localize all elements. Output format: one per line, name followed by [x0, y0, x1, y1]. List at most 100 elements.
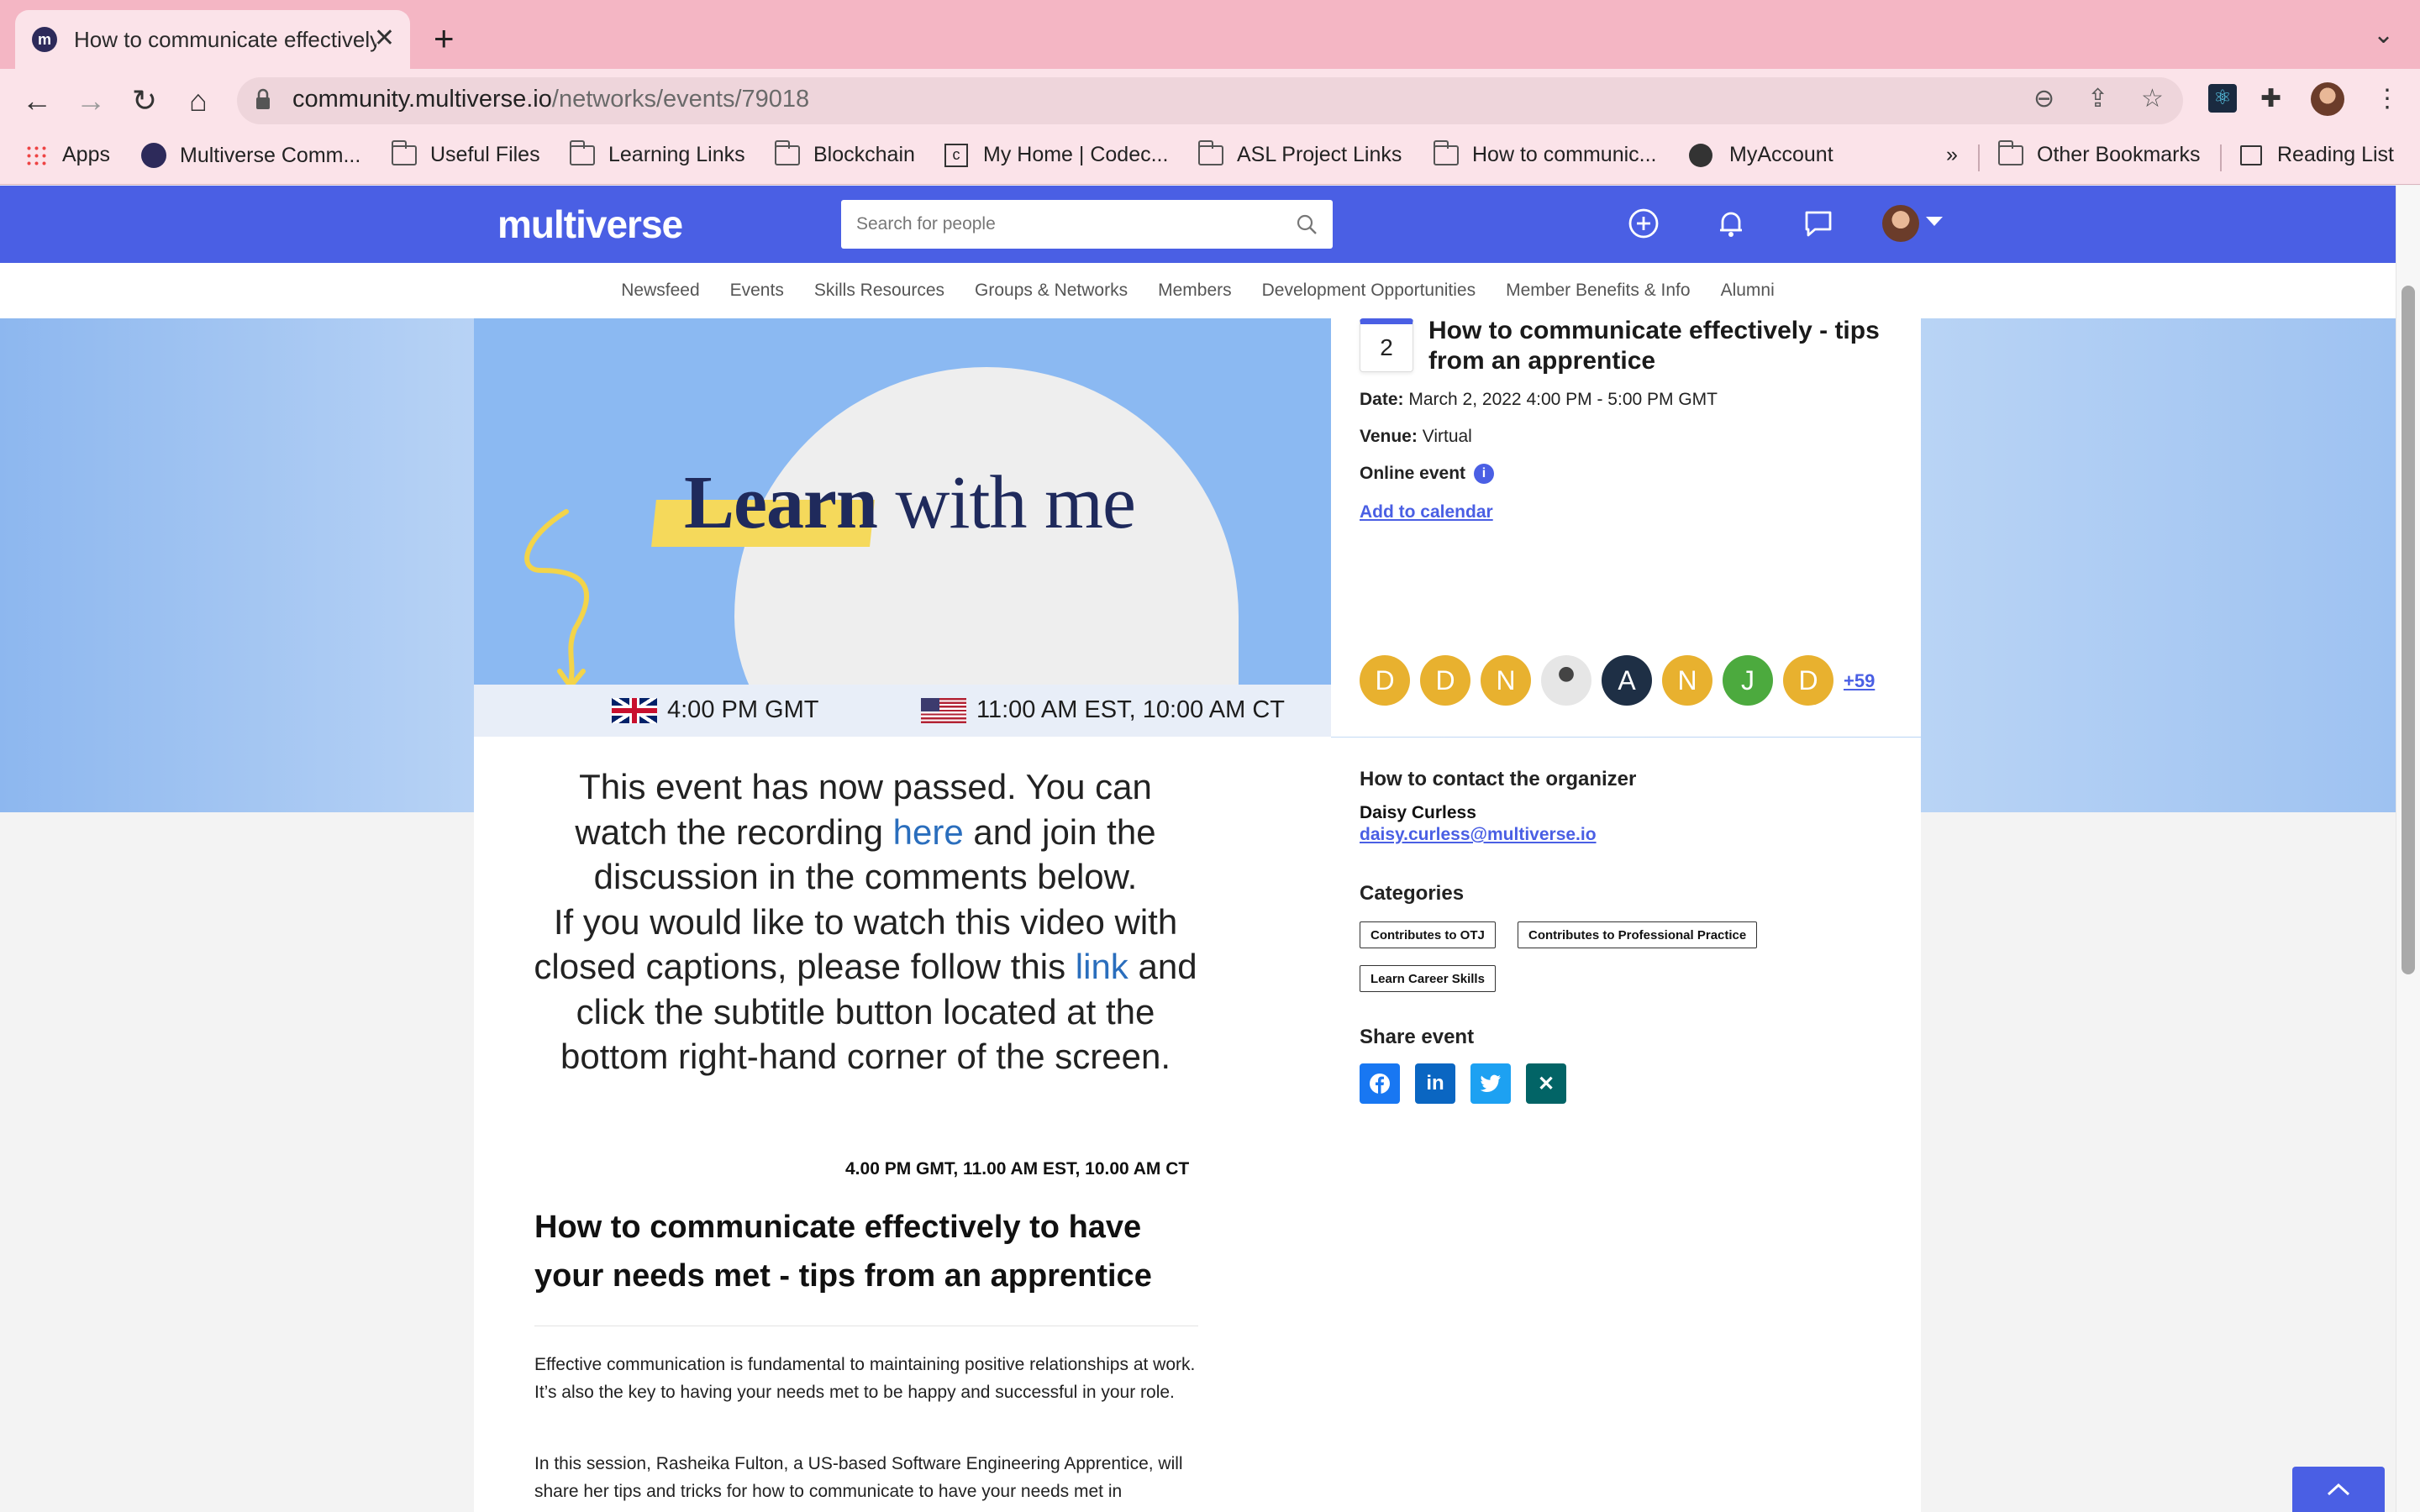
scrollbar-thumb[interactable]: [2402, 286, 2415, 974]
bell-icon[interactable]: [1712, 205, 1749, 242]
time-us-label: 11:00 AM EST, 10:00 AM CT: [976, 696, 1285, 723]
user-avatar[interactable]: [1882, 205, 1919, 242]
bookmark-learning-links[interactable]: Learning Links: [569, 139, 745, 167]
us-flag-icon: [921, 697, 966, 723]
event-heading: How to communicate effectively to have y…: [534, 1210, 1152, 1294]
add-to-calendar-link[interactable]: Add to calendar: [1360, 502, 1493, 522]
search-input[interactable]: Search for people: [841, 200, 1333, 249]
category-chip[interactable]: Contributes to Professional Practice: [1518, 921, 1758, 948]
new-tab-icon[interactable]: +: [434, 18, 455, 59]
nav-skills-resources[interactable]: Skills Resources: [814, 281, 944, 301]
react-devtools-icon[interactable]: ⚛: [2208, 84, 2237, 113]
bookmark-blockchain[interactable]: Blockchain: [774, 139, 915, 167]
nav-events[interactable]: Events: [730, 281, 784, 301]
extensions-icon[interactable]: ✚: [2260, 84, 2281, 113]
bookmark-label: Other Bookmarks: [2037, 143, 2201, 166]
share-icon[interactable]: ⇪: [2087, 84, 2108, 113]
recording-link[interactable]: here: [893, 812, 964, 852]
back-to-top-button[interactable]: [2292, 1467, 2385, 1512]
attendee-avatar[interactable]: D: [1420, 655, 1470, 706]
bookmarks-overflow[interactable]: »: [1946, 143, 1958, 167]
multiverse-logo[interactable]: multiverse: [497, 202, 683, 247]
browser-window: m How to communicate effectively - tips …: [0, 0, 2420, 1512]
add-circle-icon[interactable]: [1625, 205, 1662, 242]
bookmark-asl-project[interactable]: ASL Project Links: [1197, 139, 1402, 167]
browser-tab[interactable]: m How to communicate effectively - tips …: [15, 10, 410, 69]
caret-down-icon[interactable]: [1926, 217, 1943, 226]
forward-icon[interactable]: →: [71, 81, 111, 121]
globe-icon: [1689, 143, 1712, 167]
codecademy-icon: c: [944, 143, 968, 167]
attendee-avatar[interactable]: A: [1602, 655, 1652, 706]
nav-alumni[interactable]: Alumni: [1721, 281, 1775, 301]
bookmark-label: My Home | Codec...: [983, 143, 1169, 166]
folder-icon: [1433, 139, 1459, 165]
attendee-avatar[interactable]: N: [1481, 655, 1531, 706]
star-icon[interactable]: ☆: [2141, 84, 2164, 113]
zoom-icon[interactable]: ⊖: [2033, 84, 2054, 113]
bookmark-multiverse[interactable]: Multiverse Comm...: [141, 143, 360, 168]
category-chip[interactable]: Contributes to OTJ: [1360, 921, 1496, 948]
chevron-down-icon[interactable]: ⌄: [2373, 20, 2394, 50]
reload-icon[interactable]: ↻: [124, 81, 165, 121]
search-icon[interactable]: [1296, 213, 1318, 235]
twitter-share-button[interactable]: [1470, 1063, 1511, 1104]
bookmark-other[interactable]: Other Bookmarks: [1997, 139, 2201, 167]
nav-groups-networks[interactable]: Groups & Networks: [975, 281, 1128, 301]
reading-list[interactable]: Reading List: [2240, 143, 2394, 167]
info-icon[interactable]: i: [1474, 464, 1495, 485]
captions-link[interactable]: link: [1076, 947, 1128, 986]
lock-icon: [256, 88, 270, 109]
organizer-email-link[interactable]: daisy.curless@multiverse.io: [1360, 825, 1597, 845]
home-icon[interactable]: ⌂: [178, 81, 218, 121]
chevron-up-icon: [2327, 1483, 2350, 1496]
facebook-share-button[interactable]: [1360, 1063, 1400, 1104]
multiverse-favicon-icon: m: [32, 27, 57, 52]
facebook-icon: [1370, 1074, 1390, 1094]
menu-icon[interactable]: ⋮: [2375, 84, 2400, 113]
xing-icon: ✕: [1537, 1072, 1555, 1095]
banner-headline-word: Learn: [684, 461, 878, 544]
category-chip[interactable]: Learn Career Skills: [1360, 965, 1496, 992]
attendee-avatar-photo[interactable]: [1541, 655, 1591, 706]
date-label: Date:: [1360, 390, 1404, 409]
bookmark-divider: [1978, 144, 1980, 171]
banner-headline: Learn with me: [684, 459, 1136, 546]
banner-shape: [734, 367, 1239, 737]
bookmark-useful-files[interactable]: Useful Files: [391, 139, 540, 167]
bookmark-how-to[interactable]: How to communic...: [1433, 139, 1657, 167]
url-text[interactable]: community.multiverse.io/networks/events/…: [292, 86, 809, 113]
event-title: How to communicate effectively - tips fr…: [1428, 317, 1880, 375]
event-times: 4.00 PM GMT, 11.00 AM EST, 10.00 AM CT: [845, 1159, 1190, 1179]
chat-icon[interactable]: [1800, 205, 1837, 242]
bookmark-codecademy[interactable]: c My Home | Codec...: [944, 143, 1168, 167]
folder-icon: [569, 139, 595, 165]
xing-share-button[interactable]: ✕: [1526, 1063, 1566, 1104]
venue-value: Virtual: [1422, 427, 1472, 446]
bookmark-apps[interactable]: Apps: [25, 143, 110, 167]
more-attendees-link[interactable]: +59: [1844, 670, 1875, 692]
bookmark-myaccount[interactable]: MyAccount: [1689, 143, 1833, 167]
nav-newsfeed[interactable]: Newsfeed: [621, 281, 699, 301]
attendee-avatar[interactable]: D: [1783, 655, 1833, 706]
attendee-avatar[interactable]: J: [1723, 655, 1773, 706]
close-tab-icon[interactable]: ✕: [374, 24, 395, 53]
attendee-avatar[interactable]: D: [1360, 655, 1410, 706]
uk-flag-icon: [612, 697, 657, 723]
venue-label: Venue:: [1360, 427, 1418, 446]
tab-title: How to communicate effectively - tips fr…: [74, 26, 376, 52]
folder-icon: [1997, 139, 2023, 165]
nav-development-opportunities[interactable]: Development Opportunities: [1262, 281, 1476, 301]
url-path: /networks/events/79018: [551, 86, 810, 113]
date-value: March 2, 2022 4:00 PM - 5:00 PM GMT: [1408, 390, 1718, 409]
nav-members[interactable]: Members: [1158, 281, 1232, 301]
attendee-avatar[interactable]: N: [1662, 655, 1712, 706]
nav-member-benefits[interactable]: Member Benefits & Info: [1506, 281, 1690, 301]
url-host: community.multiverse.io: [292, 86, 552, 113]
back-icon[interactable]: ←: [17, 81, 57, 121]
share-heading: Share event: [1360, 1026, 1475, 1048]
overflow-chevron-icon: »: [1946, 143, 1958, 166]
apps-grid-icon: [25, 144, 47, 166]
linkedin-share-button[interactable]: in: [1415, 1063, 1455, 1104]
profile-avatar[interactable]: [2311, 82, 2344, 116]
